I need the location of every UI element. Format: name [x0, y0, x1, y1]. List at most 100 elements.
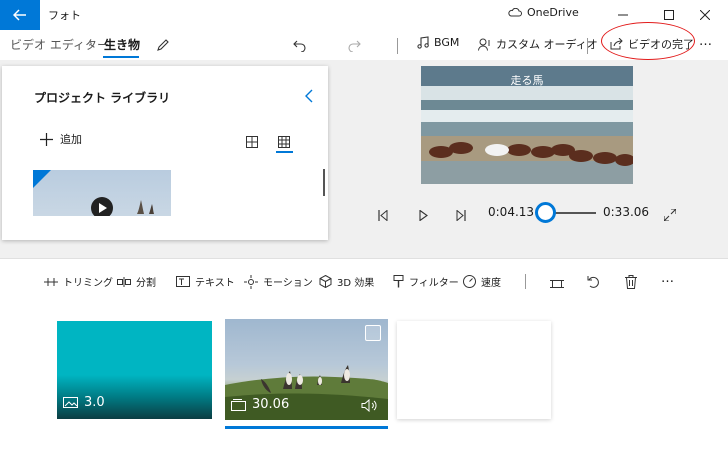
motion-label: モーション [263, 278, 313, 289]
text-icon [176, 276, 190, 287]
project-library-panel: プロジェクト ライブラリ 追加 [2, 66, 328, 240]
plus-icon [40, 132, 53, 146]
delete-button[interactable] [625, 274, 637, 293]
close-button[interactable] [682, 0, 728, 30]
arrow-left-icon [13, 9, 26, 21]
music-note-icon [417, 36, 429, 49]
large-grid-view-button[interactable] [246, 133, 258, 152]
trash-icon [625, 275, 637, 289]
custom-audio-button[interactable]: カスタム オーディオ [478, 36, 598, 52]
add-media-button[interactable]: 追加 [40, 131, 82, 147]
breadcrumb-underline [103, 56, 139, 58]
redo-icon [348, 40, 361, 53]
storyboard-empty-slot[interactable] [397, 321, 551, 419]
text-label: テキスト [195, 278, 235, 289]
rotate-button[interactable] [587, 274, 600, 293]
chevron-left-icon [305, 89, 313, 103]
preview-caption: 走る馬 [510, 74, 544, 87]
selected-clip-underline [225, 426, 388, 429]
expand-icon [663, 208, 677, 222]
clip-duration: 30.06 [252, 397, 290, 412]
app-title: フォト [48, 9, 81, 22]
trim-icon [44, 277, 58, 286]
previous-frame-button[interactable] [378, 206, 388, 225]
toolbar-separator [587, 38, 588, 54]
resize-button[interactable] [550, 275, 564, 294]
library-scrollbar[interactable] [323, 169, 325, 196]
breadcrumb-chevron-icon: › [88, 36, 93, 50]
clip-duration-row: 30.06 [231, 397, 289, 412]
video-preview[interactable]: 走る馬 [421, 66, 633, 184]
step-back-icon [378, 209, 388, 222]
play-icon [419, 209, 428, 222]
library-media-thumbnail[interactable] [33, 170, 171, 216]
next-frame-button[interactable] [456, 206, 466, 225]
split-label: 分割 [136, 278, 156, 289]
small-grid-view-button[interactable] [278, 133, 290, 152]
minimize-icon [618, 14, 628, 16]
total-time: 0:33.06 [603, 205, 650, 219]
clip-audio-button[interactable] [361, 397, 378, 416]
trim-button[interactable]: トリミング [44, 274, 113, 289]
video-clip-icon [231, 398, 246, 411]
add-label: 追加 [60, 133, 82, 146]
breadcrumb-root[interactable]: ビデオ エディター [10, 36, 109, 53]
cloud-icon [508, 8, 522, 17]
3d-effects-icon [319, 275, 332, 288]
rename-button[interactable] [156, 37, 170, 56]
text-button[interactable]: テキスト [176, 274, 235, 289]
annotation-circle [601, 22, 695, 60]
onedrive-status[interactable]: OneDrive [508, 6, 579, 19]
small-grid-icon [278, 136, 290, 148]
seek-slider-thumb[interactable] [535, 202, 557, 223]
rotate-icon [587, 276, 599, 288]
motion-button[interactable]: モーション [244, 274, 313, 289]
speedometer-icon [463, 275, 476, 288]
back-button[interactable] [0, 0, 40, 30]
clip-duration: 3.0 [84, 395, 105, 410]
large-grid-icon [246, 136, 258, 148]
split-button[interactable]: 分割 [117, 274, 156, 289]
person-audio-icon [478, 38, 490, 51]
undo-button[interactable] [293, 37, 307, 56]
maximize-icon [664, 10, 674, 20]
onedrive-label: OneDrive [527, 6, 579, 19]
play-button[interactable] [419, 206, 428, 225]
filter-icon [393, 275, 404, 288]
toolbar-separator [397, 38, 398, 54]
view-selected-underline [276, 151, 293, 153]
birds-thumbnail-image [33, 170, 154, 216]
motion-icon [244, 274, 258, 289]
split-icon [117, 276, 131, 287]
3d-effects-label: 3D 効果 [337, 278, 375, 289]
breadcrumb-current: 生き物 [104, 38, 141, 52]
image-icon [63, 397, 78, 408]
filters-label: フィルター [409, 278, 459, 289]
current-time: 0:04.13 [488, 205, 535, 219]
close-icon [700, 10, 710, 20]
storyboard-separator [525, 274, 526, 289]
crop-frame-icon [550, 280, 564, 288]
step-forward-icon [456, 209, 466, 222]
library-title: プロジェクト ライブラリ [34, 91, 171, 105]
pencil-icon [157, 39, 169, 51]
storyboard-clip-selected[interactable]: 30.06 [225, 319, 388, 420]
speed-button[interactable]: 速度 [463, 274, 501, 289]
fullscreen-button[interactable] [663, 206, 677, 225]
storyboard-more-button[interactable]: … [661, 271, 674, 286]
3d-effects-button[interactable]: 3D 効果 [319, 274, 374, 289]
filters-button[interactable]: フィルター [393, 274, 459, 289]
redo-button[interactable] [347, 37, 361, 56]
speaker-icon [361, 398, 377, 413]
clip-duration-row: 3.0 [63, 395, 105, 410]
collapse-library-button[interactable] [304, 88, 313, 107]
bgm-label: BGM [434, 36, 460, 49]
storyboard-clip[interactable]: 3.0 [57, 321, 212, 419]
bgm-button[interactable]: BGM [417, 36, 459, 49]
speed-label: 速度 [481, 278, 501, 289]
more-options-button[interactable]: … [699, 34, 712, 49]
clip-select-checkbox[interactable] [365, 325, 381, 341]
custom-audio-label: カスタム オーディオ [496, 38, 598, 51]
undo-icon [293, 40, 306, 53]
trim-label: トリミング [63, 278, 113, 289]
